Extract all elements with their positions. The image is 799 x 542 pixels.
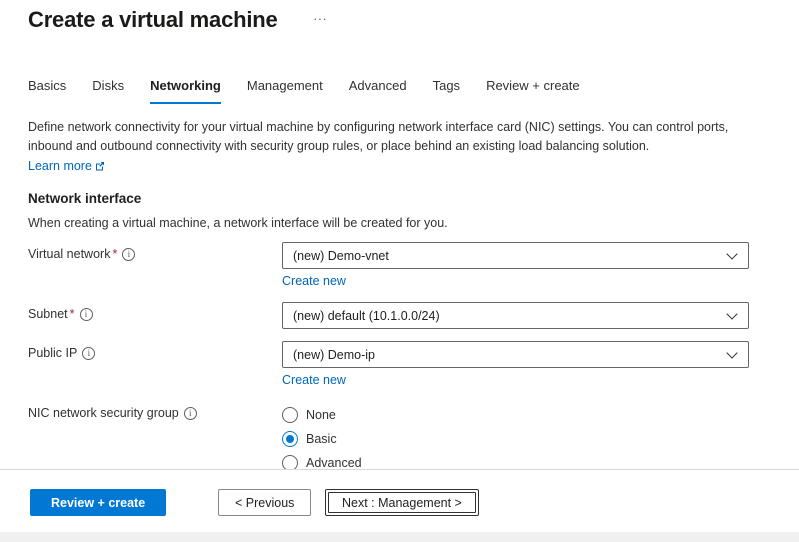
page-content: Create a virtual machine ... Basics Disk… (0, 0, 799, 469)
subnet-dropdown[interactable]: (new) default (10.1.0.0/24) (282, 302, 749, 329)
subnet-value: (new) default (10.1.0.0/24) (293, 309, 440, 323)
tab-description: Define network connectivity for your vir… (28, 118, 734, 177)
previous-button[interactable]: < Previous (218, 489, 311, 516)
public-ip-value: (new) Demo-ip (293, 348, 375, 362)
radio-option-none[interactable]: None (282, 403, 749, 427)
form-row-nic-nsg: NIC network security group None Basic Ad… (28, 401, 799, 469)
form-row-subnet: Subnet (new) default (10.1.0.0/24) (28, 302, 799, 329)
virtual-network-label: Virtual network (28, 247, 117, 261)
page-title: Create a virtual machine (28, 6, 278, 34)
virtual-network-label-group: Virtual network (28, 242, 282, 261)
chevron-down-icon (726, 308, 737, 319)
section-heading-network-interface: Network interface (28, 191, 799, 206)
radio-option-basic[interactable]: Basic (282, 427, 749, 451)
nic-nsg-label-group: NIC network security group (28, 401, 282, 420)
subnet-label-group: Subnet (28, 302, 282, 321)
tab-description-text: Define network connectivity for your vir… (28, 120, 728, 153)
radio-button-selected-icon (282, 431, 298, 447)
chevron-down-icon (726, 248, 737, 259)
info-icon[interactable] (80, 308, 93, 321)
public-ip-create-new-link[interactable]: Create new (282, 373, 346, 387)
info-icon[interactable] (82, 347, 95, 360)
chevron-down-icon (726, 347, 737, 358)
public-ip-label: Public IP (28, 346, 77, 360)
public-ip-dropdown[interactable]: (new) Demo-ip (282, 341, 749, 368)
form-row-public-ip: Public IP (new) Demo-ip Create new (28, 341, 799, 389)
radio-option-none-label: None (306, 408, 336, 422)
nic-nsg-radio-group: None Basic Advanced (282, 401, 749, 469)
next-management-button[interactable]: Next : Management > (325, 489, 479, 516)
section-subtext: When creating a virtual machine, a netwo… (28, 216, 799, 230)
info-icon[interactable] (184, 407, 197, 420)
more-options-button[interactable]: ... (314, 8, 328, 23)
subnet-label: Subnet (28, 307, 75, 321)
virtual-network-dropdown[interactable]: (new) Demo-vnet (282, 242, 749, 269)
learn-more-link[interactable]: Learn more (28, 159, 105, 173)
radio-option-advanced[interactable]: Advanced (282, 451, 749, 469)
review-create-button[interactable]: Review + create (30, 489, 166, 516)
virtual-network-value: (new) Demo-vnet (293, 249, 389, 263)
radio-option-advanced-label: Advanced (306, 456, 362, 469)
nic-nsg-label: NIC network security group (28, 406, 179, 420)
wizard-tabs: Basics Disks Networking Management Advan… (28, 78, 799, 104)
tab-basics[interactable]: Basics (28, 78, 66, 104)
window-bottom-edge (0, 532, 799, 542)
learn-more-label: Learn more (28, 159, 92, 173)
public-ip-label-group: Public IP (28, 341, 282, 360)
form-row-virtual-network: Virtual network (new) Demo-vnet Create n… (28, 242, 799, 290)
external-link-icon (95, 160, 105, 174)
tab-advanced[interactable]: Advanced (349, 78, 407, 104)
tab-disks[interactable]: Disks (92, 78, 124, 104)
radio-option-basic-label: Basic (306, 432, 337, 446)
tab-tags[interactable]: Tags (433, 78, 460, 104)
virtual-network-create-new-link[interactable]: Create new (282, 274, 346, 288)
create-vm-page: Create a virtual machine ... Basics Disk… (0, 0, 799, 542)
tab-management[interactable]: Management (247, 78, 323, 104)
page-header: Create a virtual machine ... (28, 6, 799, 34)
radio-button-icon (282, 407, 298, 423)
radio-button-icon (282, 455, 298, 469)
info-icon[interactable] (122, 248, 135, 261)
tab-networking[interactable]: Networking (150, 78, 221, 104)
tab-review-create[interactable]: Review + create (486, 78, 580, 104)
